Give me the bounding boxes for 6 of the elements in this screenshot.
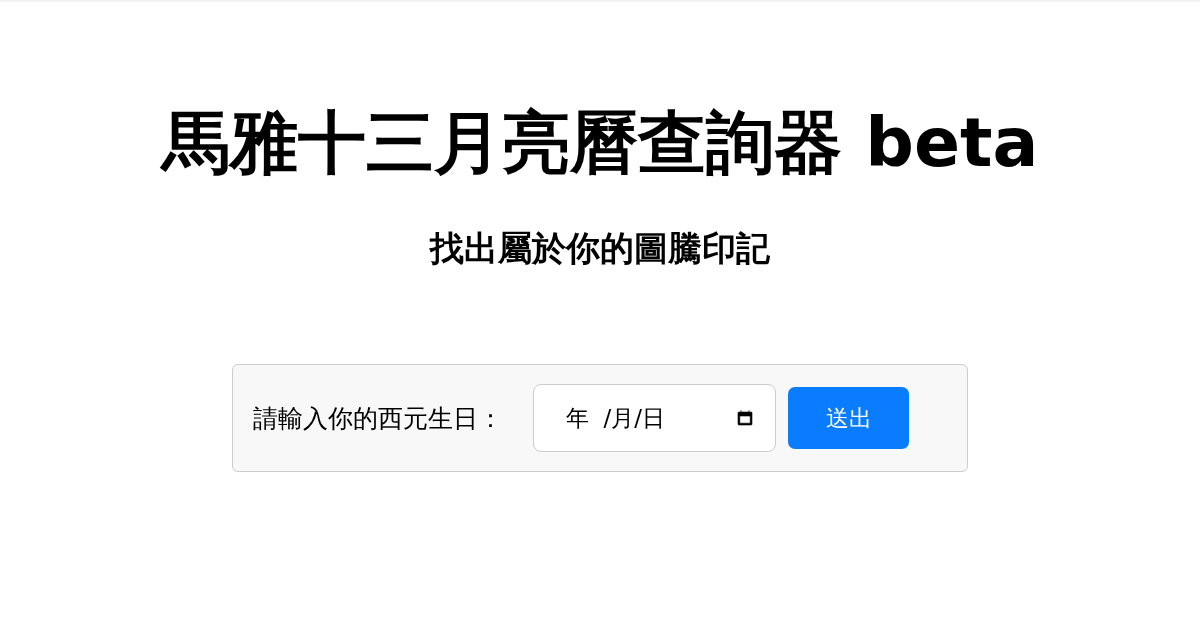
calendar-icon[interactable]	[735, 408, 755, 429]
subtitle: 找出屬於你的圖騰印記	[430, 227, 770, 269]
submit-button[interactable]: 送出	[788, 387, 909, 450]
page-title: 馬雅十三月亮曆查詢器 beta	[161, 102, 1039, 184]
date-field[interactable]: 年 /月/日	[533, 384, 776, 453]
birthday-label: 請輸入你的西元生日：	[253, 402, 503, 435]
